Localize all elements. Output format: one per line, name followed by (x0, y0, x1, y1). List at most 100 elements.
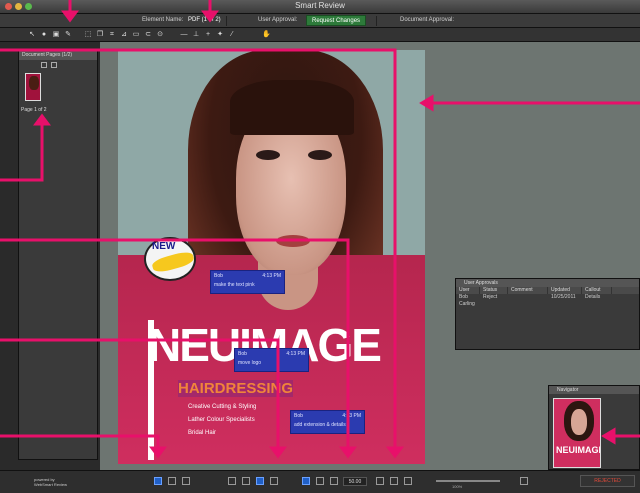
arrow-tool-icon[interactable]: ↖ (28, 31, 36, 39)
record-tool-icon[interactable]: ● (40, 31, 48, 39)
split-icon[interactable] (404, 477, 412, 485)
grid-view-icon[interactable] (41, 61, 47, 68)
hand-tool-icon[interactable]: ✋ (262, 31, 271, 39)
align-tool-icon[interactable]: ⊥ (192, 31, 200, 39)
select-tool-icon[interactable]: ⬚ (84, 31, 92, 39)
measure-tool-icon[interactable]: ⊿ (120, 31, 128, 39)
cell (508, 294, 548, 301)
vendor-logo: powered by WebSmart Review (34, 477, 67, 487)
title-bar: Smart Review (0, 0, 640, 14)
service-line: Creative Cutting & Styling (188, 404, 257, 410)
zoom-field[interactable]: 50.00 (343, 477, 367, 486)
crop-tool-icon[interactable]: ⌗ (108, 31, 116, 39)
fit-page-icon[interactable] (302, 477, 310, 485)
list-view-icon[interactable] (51, 61, 57, 68)
thumbnail-image (29, 76, 39, 90)
grid-page-icon[interactable] (182, 477, 190, 485)
new-badge: NEW (144, 237, 196, 281)
bangs-shape (230, 80, 354, 135)
table-row[interactable]: Bob Carling Reject 10/25/2011 Details (456, 294, 639, 307)
toolbar: ↖ ● ▣ ✎ ⬚ ❐ ⌗ ⊿ ▭ ⊂ ⊙ — ⊥ + ✦ ⁄ ✋ (0, 28, 640, 42)
table-header: User Status Comment Updated Callout (456, 287, 639, 294)
logo-line: WebSmart Review (34, 482, 68, 487)
document-approval-label: Document Approval: (400, 17, 455, 23)
note-text: make the text pink (214, 282, 255, 288)
folder-icon[interactable] (242, 477, 250, 485)
line-tool-icon[interactable]: — (180, 31, 188, 39)
column-header[interactable]: Updated (548, 287, 582, 294)
note-author: Bob (294, 413, 303, 419)
compare-icon[interactable] (376, 477, 384, 485)
bottom-bar: powered by WebSmart Review 50.00 100% RE… (0, 470, 640, 493)
edit-icon[interactable] (270, 477, 278, 485)
user-approval-label: User Approval: (258, 17, 298, 23)
rect-tool-icon[interactable]: ▭ (132, 31, 140, 39)
overlay-icon[interactable] (390, 477, 398, 485)
rejected-status-button[interactable]: REJECTED (580, 475, 635, 487)
navigator-panel: Navigator NEUIMAGE (548, 385, 640, 470)
lips (276, 235, 310, 247)
two-page-icon[interactable] (168, 477, 176, 485)
element-name-label: Element Name: (142, 17, 184, 23)
view-icon[interactable] (256, 477, 264, 485)
status-bar: Element Name: PDF (1 of 2) User Approval… (0, 14, 640, 28)
comment-note[interactable]: Bob 4:13 PM move logo (234, 348, 309, 372)
link-tool-icon[interactable]: ⊂ (144, 31, 152, 39)
zoom-tool-icon[interactable]: ⊙ (156, 31, 164, 39)
cell: Reject (483, 294, 498, 300)
column-header[interactable]: Comment (508, 287, 548, 294)
panel-title: User Approvals (456, 279, 639, 287)
cell: 10/25/2011 (551, 294, 576, 300)
note-time: 4:13 PM (286, 351, 305, 357)
star-tool-icon[interactable]: ✦ (216, 31, 224, 39)
app-window: Smart Review Element Name: PDF (1 of 2) … (0, 0, 640, 493)
image-tool-icon[interactable]: ▣ (52, 31, 60, 39)
window-title: Smart Review (295, 1, 345, 10)
right-eye (308, 150, 332, 160)
hairdressing-title: HAIRDRESSING (178, 380, 294, 397)
pen-tool-icon[interactable]: ✎ (64, 31, 72, 39)
brush-tool-icon[interactable]: ⁄ (228, 31, 236, 39)
column-header[interactable]: User (456, 287, 480, 294)
tools-icon[interactable] (228, 477, 236, 485)
navigator-title: Navigator (549, 386, 639, 394)
left-eye (256, 150, 280, 160)
cell: Bob Carling (459, 294, 475, 307)
request-changes-button[interactable]: Request Changes (306, 15, 367, 26)
preview-brand: NEUIMAGE (556, 445, 601, 455)
single-page-icon[interactable] (154, 477, 162, 485)
sidebar-view-toggle (19, 60, 97, 69)
note-time: 4:13 PM (262, 273, 281, 279)
service-line: Bridal Hair (188, 430, 217, 436)
zoom-slider[interactable] (436, 480, 500, 482)
pages-sidebar: Document Pages (1/2) Page 1 of 2 (18, 50, 98, 460)
sidebar-header: Document Pages (1/2) (19, 51, 97, 60)
plus-tool-icon[interactable]: + (204, 31, 212, 39)
user-approvals-panel: User Approvals User Status Comment Updat… (455, 278, 640, 350)
slider-value: 100% (452, 484, 463, 489)
fit-width-icon[interactable] (316, 477, 324, 485)
note-text: move logo (238, 360, 262, 366)
badge-text: NEW (152, 241, 176, 252)
note-author: Bob (238, 351, 247, 357)
comment-icon[interactable] (520, 477, 528, 485)
actual-size-icon[interactable] (330, 477, 338, 485)
column-header[interactable]: Callout (582, 287, 612, 294)
copy-tool-icon[interactable]: ❐ (96, 31, 104, 39)
divider (376, 16, 377, 26)
thumbnail-label: Page 1 of 2 (21, 107, 47, 113)
comment-note[interactable]: Bob 4:13 PM add extension & details (290, 410, 365, 434)
page-info: PDF (1 of 2) (188, 17, 221, 23)
cell: Details (585, 294, 601, 300)
navigator-preview[interactable]: NEUIMAGE (553, 398, 601, 468)
column-header[interactable]: Status (480, 287, 508, 294)
comment-note[interactable]: Bob 4:13 PM make the text pink (210, 270, 285, 294)
note-text: add extension & details (294, 422, 346, 428)
divider (226, 16, 227, 26)
service-line: Lather Colour Specialists (188, 417, 255, 423)
note-time: 4:13 PM (342, 413, 361, 419)
note-author: Bob (214, 273, 223, 279)
page-thumbnail[interactable] (25, 73, 41, 101)
document-page[interactable]: NEW NEUIMAGE HAIRDRESSING Creative Cutti… (118, 50, 425, 464)
preview-face (571, 409, 587, 435)
